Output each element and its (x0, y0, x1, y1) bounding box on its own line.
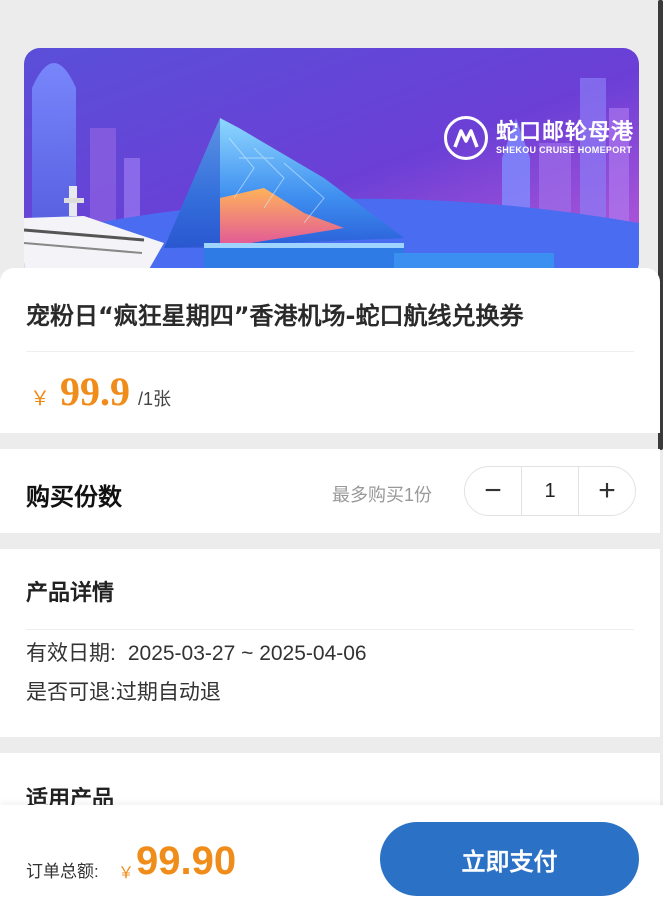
product-card: 宠粉日“疯狂星期四”香港机场-蛇口航线兑换券 ￥ 99.9 /1张 (0, 268, 660, 433)
details-title: 产品详情 (26, 580, 115, 605)
validity-value: 2025-03-27 ~ 2025-04-06 (127, 642, 367, 665)
quantity-label: 购买份数 (26, 484, 122, 511)
checkout-footer: 订单总额: ￥ 99.90 立即支付 (0, 805, 663, 912)
decrease-button[interactable]: − (465, 467, 521, 515)
order-total-label: 订单总额: (26, 862, 99, 881)
divider (26, 629, 634, 630)
product-price: 99.9 (60, 369, 130, 414)
order-total-value: 99.90 (136, 839, 237, 883)
divider (26, 351, 634, 352)
validity-label: 有效日期: (26, 642, 116, 665)
refund-line: 是否可退:过期自动退 (26, 676, 221, 706)
increase-button[interactable]: + (579, 467, 635, 515)
banner-illustration (24, 48, 639, 278)
product-details-card: 产品详情 有效日期: 2025-03-27 ~ 2025-04-06 是否可退:过… (0, 549, 660, 737)
pay-now-button[interactable]: 立即支付 (380, 822, 639, 896)
refund-label: 是否可退: (26, 681, 116, 704)
brand-logo-icon (444, 116, 488, 160)
currency-symbol: ￥ (30, 388, 50, 410)
total-currency-symbol: ￥ (118, 865, 135, 882)
refund-value: 过期自动退 (115, 681, 221, 704)
brand-name-cn: 蛇口邮轮母港 (496, 119, 635, 144)
product-title: 宠粉日“疯狂星期四”香港机场-蛇口航线兑换券 (26, 302, 524, 330)
price-unit: /1张 (138, 389, 172, 409)
brand-logo-group: 蛇口邮轮母港 SHEKOU CRUISE HOMEPORT (444, 116, 634, 160)
quantity-limit: 最多购买1份 (332, 485, 433, 505)
quantity-card: 购买份数 最多购买1份 − 1 + (0, 449, 660, 533)
validity-line: 有效日期: 2025-03-27 ~ 2025-04-06 (26, 637, 367, 667)
applicable-products-card: 适用产品 (0, 753, 660, 813)
quantity-value[interactable]: 1 (521, 467, 579, 515)
quantity-stepper: − 1 + (464, 466, 636, 516)
product-banner: 蛇口邮轮母港 SHEKOU CRUISE HOMEPORT (24, 48, 639, 278)
brand-name-en: SHEKOU CRUISE HOMEPORT (496, 145, 633, 155)
price-row: ￥ 99.9 /1张 (30, 368, 171, 415)
